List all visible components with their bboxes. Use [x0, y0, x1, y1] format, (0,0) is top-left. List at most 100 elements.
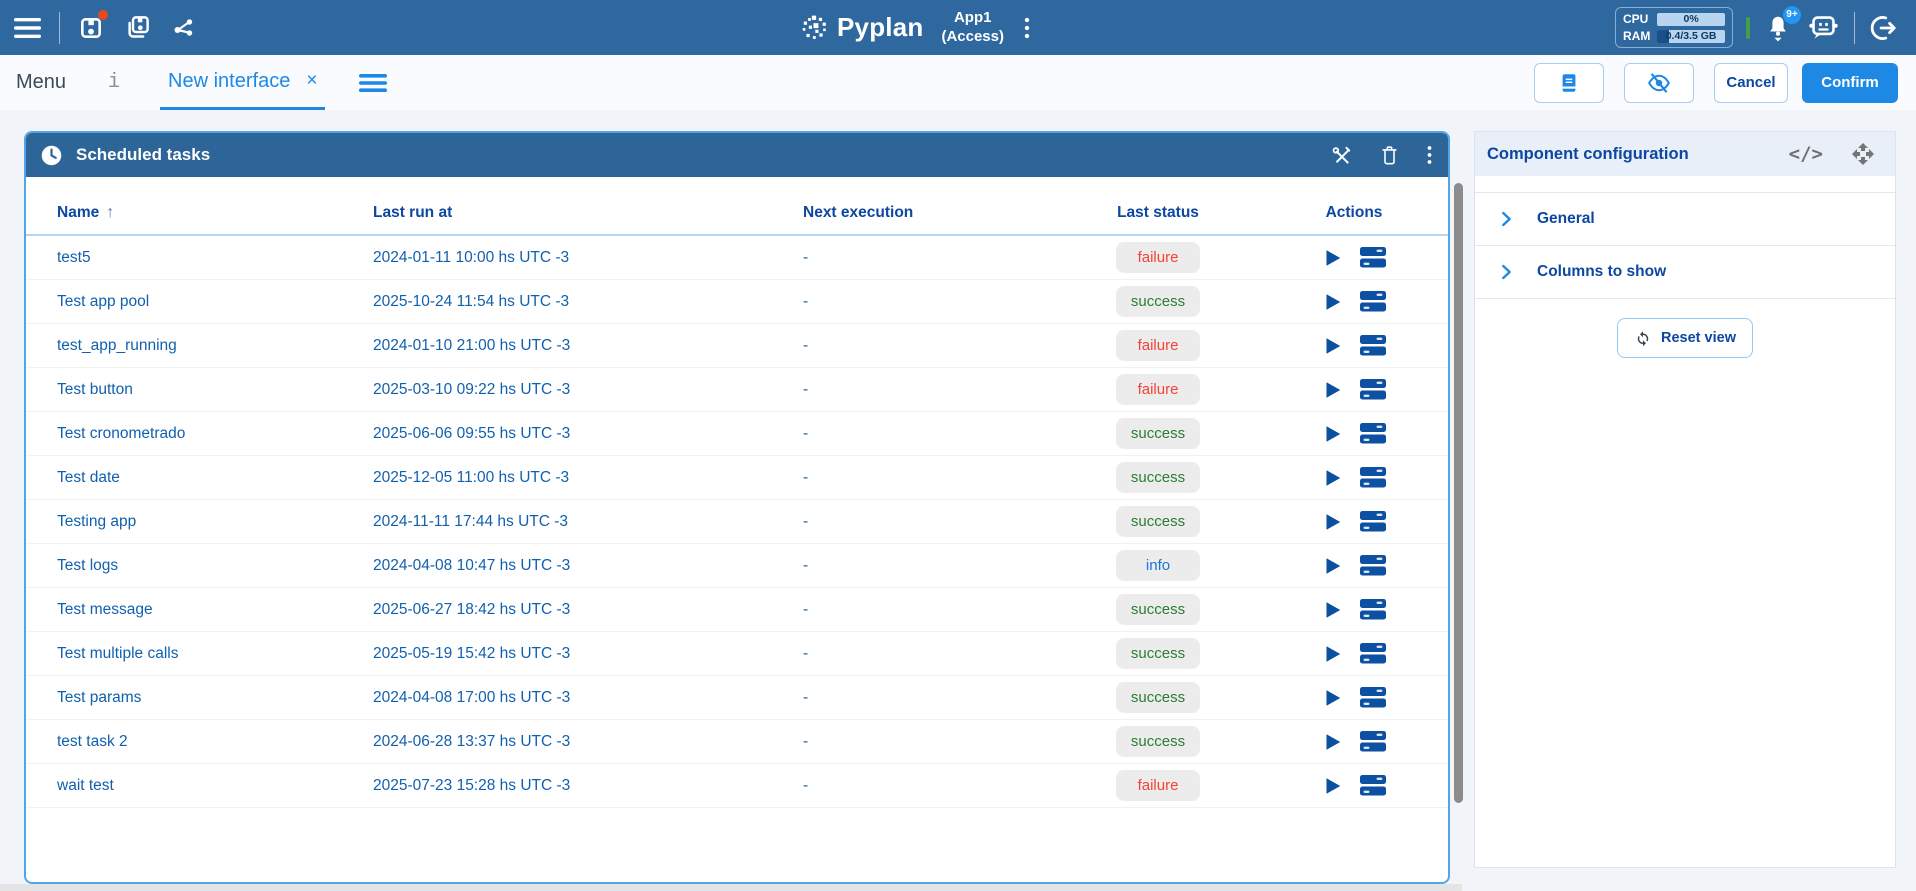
- task-logs-button[interactable]: [1359, 246, 1387, 269]
- task-next-execution: -: [803, 337, 1033, 355]
- play-icon: [1321, 422, 1343, 446]
- save-all-button[interactable]: [122, 12, 153, 43]
- task-name[interactable]: Test params: [57, 689, 373, 707]
- vertical-scrollbar[interactable]: [1454, 183, 1463, 803]
- task-name[interactable]: test task 2: [57, 733, 373, 751]
- table-row: test task 2 2024-06-28 13:37 hs UTC -3 -…: [26, 720, 1448, 764]
- run-task-button[interactable]: [1321, 378, 1343, 402]
- task-next-execution: -: [803, 689, 1033, 707]
- run-task-button[interactable]: [1321, 334, 1343, 358]
- logout-button[interactable]: [1868, 12, 1900, 44]
- task-name[interactable]: wait test: [57, 777, 373, 795]
- table-row: Test params 2024-04-08 17:00 hs UTC -3 -…: [26, 676, 1448, 720]
- tab-new-interface[interactable]: New interface ×: [160, 55, 325, 110]
- play-icon: [1321, 334, 1343, 358]
- server-dns-icon: [1359, 774, 1387, 797]
- task-logs-button[interactable]: [1359, 774, 1387, 797]
- task-logs-button[interactable]: [1359, 730, 1387, 753]
- assistant-button[interactable]: [1806, 12, 1841, 43]
- kebab-menu-icon: [1024, 16, 1030, 40]
- run-task-button[interactable]: [1321, 774, 1343, 798]
- task-logs-button[interactable]: [1359, 290, 1387, 313]
- task-name[interactable]: Test button: [57, 381, 373, 399]
- menu-button[interactable]: Menu: [16, 71, 66, 94]
- run-task-button[interactable]: [1321, 730, 1343, 754]
- task-logs-button[interactable]: [1359, 466, 1387, 489]
- task-logs-button[interactable]: [1359, 554, 1387, 577]
- panel-tools-button[interactable]: [1329, 143, 1354, 168]
- task-name[interactable]: Test date: [57, 469, 373, 487]
- run-task-button[interactable]: [1321, 290, 1343, 314]
- notifications-button[interactable]: 9+: [1763, 12, 1793, 44]
- status-badge: success: [1116, 682, 1200, 713]
- info-icon[interactable]: i: [108, 71, 120, 94]
- task-name[interactable]: test5: [57, 249, 373, 267]
- interface-list-button[interactable]: [357, 70, 389, 96]
- run-task-button[interactable]: [1321, 598, 1343, 622]
- task-logs-button[interactable]: [1359, 686, 1387, 709]
- task-name[interactable]: Test logs: [57, 557, 373, 575]
- run-task-button[interactable]: [1321, 642, 1343, 666]
- app-kebab-menu[interactable]: [1022, 14, 1032, 42]
- play-icon: [1321, 598, 1343, 622]
- status-badge: failure: [1116, 330, 1200, 361]
- column-header-last-status[interactable]: Last status: [1033, 204, 1283, 222]
- task-logs-button[interactable]: [1359, 334, 1387, 357]
- confirm-button[interactable]: Confirm: [1802, 63, 1898, 103]
- task-logs-button[interactable]: [1359, 378, 1387, 401]
- run-task-button[interactable]: [1321, 510, 1343, 534]
- app-menu-button[interactable]: [12, 15, 43, 41]
- task-name[interactable]: Test app pool: [57, 293, 373, 311]
- table-body: test5 2024-01-11 10:00 hs UTC -3 - failu…: [26, 236, 1448, 808]
- hamburger-icon: [14, 17, 41, 39]
- reset-view-button[interactable]: Reset view: [1617, 318, 1753, 358]
- run-task-button[interactable]: [1321, 686, 1343, 710]
- panel-kebab-menu[interactable]: [1425, 143, 1434, 167]
- hide-preview-button[interactable]: [1624, 63, 1694, 103]
- unsaved-changes-dot: [98, 10, 108, 20]
- cancel-button[interactable]: Cancel: [1714, 63, 1788, 103]
- bot-chat-icon: [1808, 14, 1839, 41]
- server-dns-icon: [1359, 422, 1387, 445]
- section-columns-to-show[interactable]: Columns to show: [1475, 245, 1895, 298]
- component-configuration-panel: Component configuration </> General Colu…: [1474, 131, 1896, 868]
- table-row: Test date 2025-12-05 11:00 hs UTC -3 - s…: [26, 456, 1448, 500]
- tab-close-icon[interactable]: ×: [306, 70, 317, 92]
- task-logs-button[interactable]: [1359, 598, 1387, 621]
- save-button[interactable]: [76, 13, 106, 43]
- panel-delete-button[interactable]: [1378, 143, 1401, 168]
- code-view-button[interactable]: </>: [1789, 143, 1823, 165]
- kebab-menu-icon: [1427, 145, 1432, 165]
- task-name[interactable]: Testing app: [57, 513, 373, 531]
- status-badge: failure: [1116, 770, 1200, 801]
- task-last-run: 2024-06-28 13:37 hs UTC -3: [373, 733, 803, 751]
- section-general[interactable]: General: [1475, 192, 1895, 245]
- table-header-row: Name ↑ Last run at Next execution Last s…: [26, 192, 1448, 236]
- interface-toolbar: Menu i New interface × Cancel Confirm: [0, 55, 1916, 110]
- horizontal-scrollbar[interactable]: [0, 884, 1462, 891]
- task-logs-button[interactable]: [1359, 642, 1387, 665]
- server-dns-icon: [1359, 466, 1387, 489]
- engine-health-indicator: [1746, 17, 1750, 39]
- task-name[interactable]: Test multiple calls: [57, 645, 373, 663]
- clock-icon: [40, 144, 63, 167]
- run-task-button[interactable]: [1321, 554, 1343, 578]
- table-row: Test cronometrado 2025-06-06 09:55 hs UT…: [26, 412, 1448, 456]
- task-name[interactable]: Test message: [57, 601, 373, 619]
- run-task-button[interactable]: [1321, 422, 1343, 446]
- column-header-name[interactable]: Name ↑: [57, 204, 373, 222]
- version-tree-button[interactable]: [169, 14, 199, 42]
- server-dns-icon: [1359, 686, 1387, 709]
- run-task-button[interactable]: [1321, 246, 1343, 270]
- move-panel-button[interactable]: [1849, 140, 1877, 168]
- column-header-last-run[interactable]: Last run at: [373, 204, 803, 222]
- config-title: Component configuration: [1487, 145, 1689, 164]
- task-name[interactable]: test_app_running: [57, 337, 373, 355]
- task-name[interactable]: Test cronometrado: [57, 425, 373, 443]
- column-header-next-execution[interactable]: Next execution: [803, 204, 1033, 222]
- task-logs-button[interactable]: [1359, 422, 1387, 445]
- run-task-button[interactable]: [1321, 466, 1343, 490]
- pyplan-logo-icon: [800, 14, 828, 42]
- documentation-button[interactable]: [1534, 63, 1604, 103]
- task-logs-button[interactable]: [1359, 510, 1387, 533]
